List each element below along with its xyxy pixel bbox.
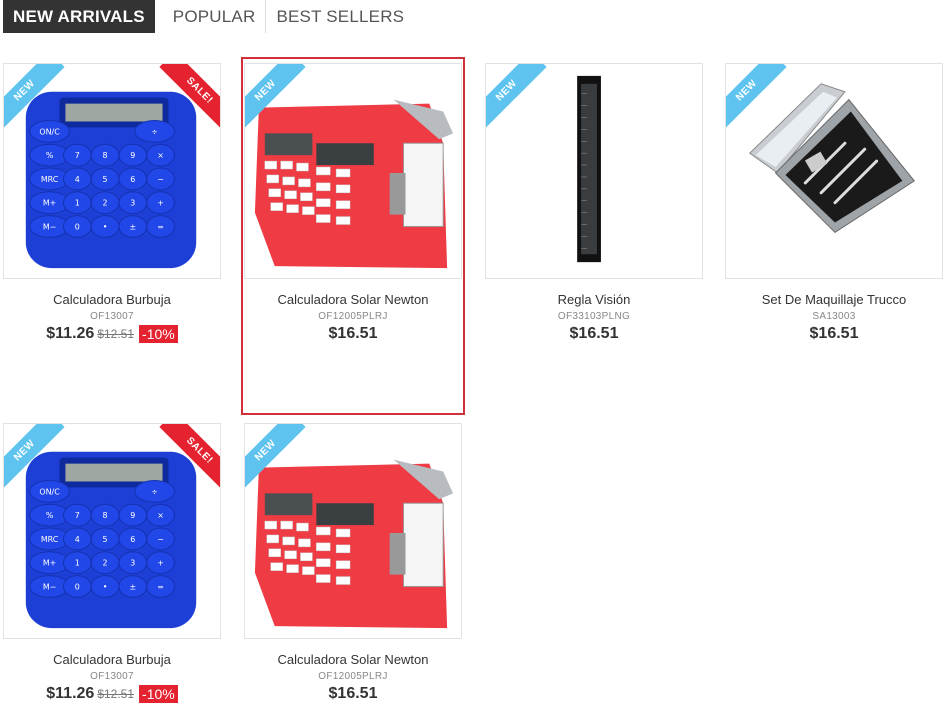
price-row: $11.26 $12.51 -10% [3, 685, 221, 703]
product-sku: SA13003 [812, 311, 856, 322]
product-sku: OF33103PLNG [557, 311, 631, 322]
product-image-red-solar-calculator[interactable]: NEW [244, 63, 462, 279]
product-name[interactable]: Regla Visión [485, 292, 703, 307]
old-price: $12.51 [97, 327, 135, 341]
tab-best-sellers[interactable]: BEST SELLERS [266, 0, 414, 33]
product-price: $16.51 [809, 325, 859, 342]
tab-popular[interactable]: POPULAR [163, 0, 267, 33]
product-price: $11.26 [46, 685, 95, 702]
product-tabs: NEW ARRIVALS POPULAR BEST SELLERS [3, 0, 414, 33]
product-sku: OF13007 [90, 671, 134, 682]
product-image-black-ruler[interactable]: NEW [485, 63, 703, 279]
price-row: $16.51 [244, 685, 462, 703]
price-row: $16.51 [485, 325, 703, 343]
product-sku: OF13007 [90, 311, 134, 322]
product-image-blue-bubble-calculator[interactable]: NEW SALE! [3, 63, 221, 279]
product-image-red-solar-calculator[interactable]: NEW [244, 423, 462, 639]
product-name[interactable]: Calculadora Solar Newton [244, 652, 462, 667]
tab-new-arrivals[interactable]: NEW ARRIVALS [3, 0, 155, 33]
product-name[interactable]: Calculadora Solar Newton [244, 292, 462, 307]
price-row: $16.51 [725, 325, 943, 343]
product-sku: OF12005PLRJ [318, 671, 388, 682]
product-name[interactable]: Calculadora Burbuja [3, 292, 221, 307]
discount-badge: -10% [139, 685, 178, 703]
product-card: NEW SALE! Calculadora Burbuja OF13007 $1… [3, 423, 221, 703]
product-sku: OF12005PLRJ [318, 311, 388, 322]
product-price: $16.51 [328, 325, 378, 342]
product-card: NEW Calculadora Solar Newton OF12005PLRJ… [241, 57, 465, 415]
product-price: $16.51 [569, 325, 619, 342]
product-price: $11.26 [46, 325, 95, 342]
discount-badge: -10% [139, 325, 178, 343]
price-row: $11.26 $12.51 -10% [3, 325, 221, 343]
old-price: $12.51 [97, 687, 135, 701]
product-price: $16.51 [328, 685, 378, 702]
product-image-blue-bubble-calculator[interactable]: NEW SALE! [3, 423, 221, 639]
product-image-makeup-case[interactable]: NEW [725, 63, 943, 279]
product-name[interactable]: Calculadora Burbuja [3, 652, 221, 667]
product-card: NEW Calculadora Solar Newton OF12005PLRJ… [244, 423, 462, 703]
product-card: NEW Set De Maquillaje Trucco SA13003 $16… [725, 63, 943, 343]
product-name[interactable]: Set De Maquillaje Trucco [725, 292, 943, 307]
product-card: NEW Regla Visión OF33103PLNG $16.51 [485, 63, 703, 343]
price-row: $16.51 [244, 325, 462, 343]
product-card: NEW SALE! Calculadora Burbuja OF13007 $1… [3, 63, 221, 343]
